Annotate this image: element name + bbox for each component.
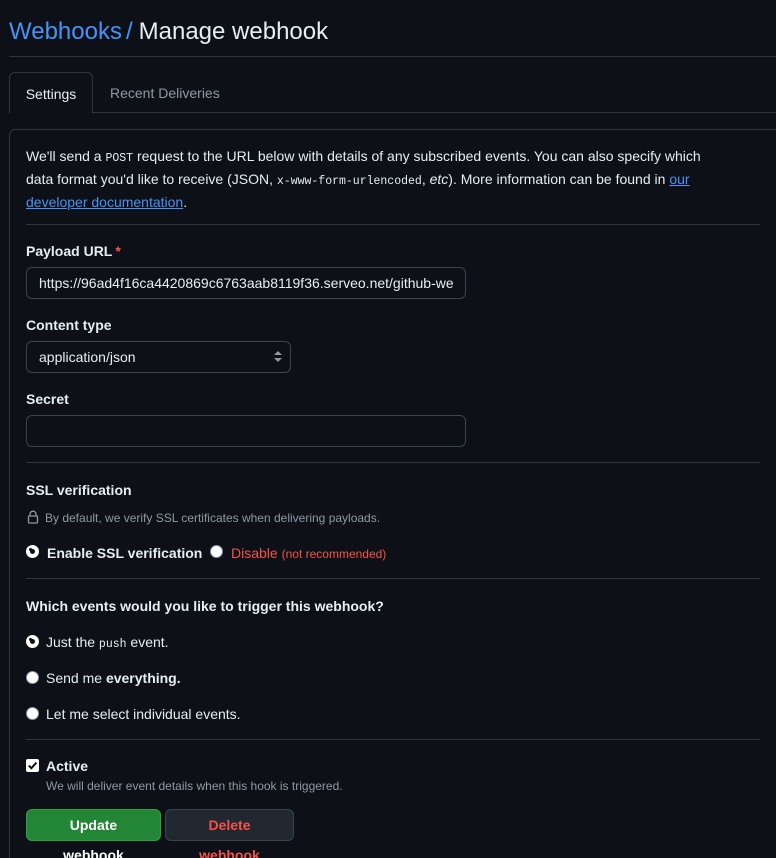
update-webhook-button[interactable]: Update webhook: [26, 809, 161, 858]
select-caret-icon: [274, 351, 282, 363]
events-individual-label[interactable]: Let me select individual events.: [46, 706, 241, 722]
tab-bar: Settings Recent Deliveries: [9, 72, 776, 114]
secret-label: Secret: [26, 391, 69, 407]
etc-text: etc: [429, 171, 449, 187]
ssl-enable-label[interactable]: Enable SSL verification: [47, 545, 202, 561]
secret-input[interactable]: [26, 415, 466, 447]
payload-url-label: Payload URL *: [26, 243, 121, 259]
events-everything-text: Send me: [46, 670, 106, 686]
content-type-label: Content type: [26, 317, 112, 333]
header-divider: [9, 56, 776, 57]
events-individual-radio[interactable]: [26, 707, 39, 720]
intro-text: We'll send a POST request to the URL bel…: [26, 146, 726, 213]
events-question-label: Which events would you like to trigger t…: [26, 598, 384, 614]
ssl-disable-label: Disable: [231, 545, 278, 561]
intro-text-part: ,: [421, 171, 430, 187]
ssl-disable-radio[interactable]: [210, 545, 223, 558]
events-everything-radio[interactable]: [26, 671, 39, 684]
active-label[interactable]: Active: [46, 758, 88, 774]
urlencoded-code: x-www-form-urlencoded: [276, 175, 422, 188]
events-everything-label[interactable]: Send me everything.: [46, 670, 181, 686]
ssl-disable-option[interactable]: Disable (not recommended): [231, 545, 386, 561]
ssl-enable-radio[interactable]: [26, 545, 39, 558]
events-just-push-radio[interactable]: [26, 635, 39, 648]
content-type-select[interactable]: application/json: [26, 341, 291, 373]
breadcrumb-separator: /: [125, 18, 133, 45]
required-mark: *: [115, 243, 121, 259]
breadcrumb-webhooks-link[interactable]: Webhooks: [9, 18, 122, 45]
tab-settings[interactable]: Settings: [9, 72, 93, 114]
section-divider: [26, 578, 760, 579]
page-title: Manage webhook: [138, 18, 329, 45]
tab-recent-deliveries[interactable]: Recent Deliveries: [110, 72, 220, 113]
events-just-push-text: Just the: [46, 634, 99, 650]
post-code: POST: [105, 152, 134, 165]
payload-url-input[interactable]: https://96ad4f16ca4420869c6763aab8119f36…: [26, 267, 466, 299]
intro-text-part: .: [183, 194, 188, 210]
lock-icon: [26, 510, 40, 524]
page-header: Webhooks / Manage webhook: [9, 16, 328, 48]
section-divider: [26, 462, 760, 463]
section-divider: [26, 224, 760, 225]
payload-url-label-text: Payload URL: [26, 243, 113, 259]
events-everything-bold: everything.: [105, 670, 181, 686]
checkmark-icon: [28, 761, 38, 770]
ssl-note: By default, we verify SSL certificates w…: [45, 511, 381, 525]
active-checkbox[interactable]: [26, 759, 39, 772]
content-type-value: application/json: [39, 349, 136, 365]
intro-text-part: ). More information can be found in: [448, 171, 670, 187]
ssl-disable-note: (not recommended): [281, 547, 387, 561]
delete-webhook-button[interactable]: Delete webhook: [165, 809, 294, 858]
events-just-push-label[interactable]: Just the push event.: [46, 634, 169, 651]
section-divider: [26, 739, 760, 740]
push-code: push: [98, 638, 127, 651]
events-just-push-text: event.: [126, 634, 169, 650]
ssl-verification-label: SSL verification: [26, 482, 132, 498]
active-note: We will deliver event details when this …: [46, 779, 343, 793]
intro-text-part: We'll send a: [26, 148, 106, 164]
